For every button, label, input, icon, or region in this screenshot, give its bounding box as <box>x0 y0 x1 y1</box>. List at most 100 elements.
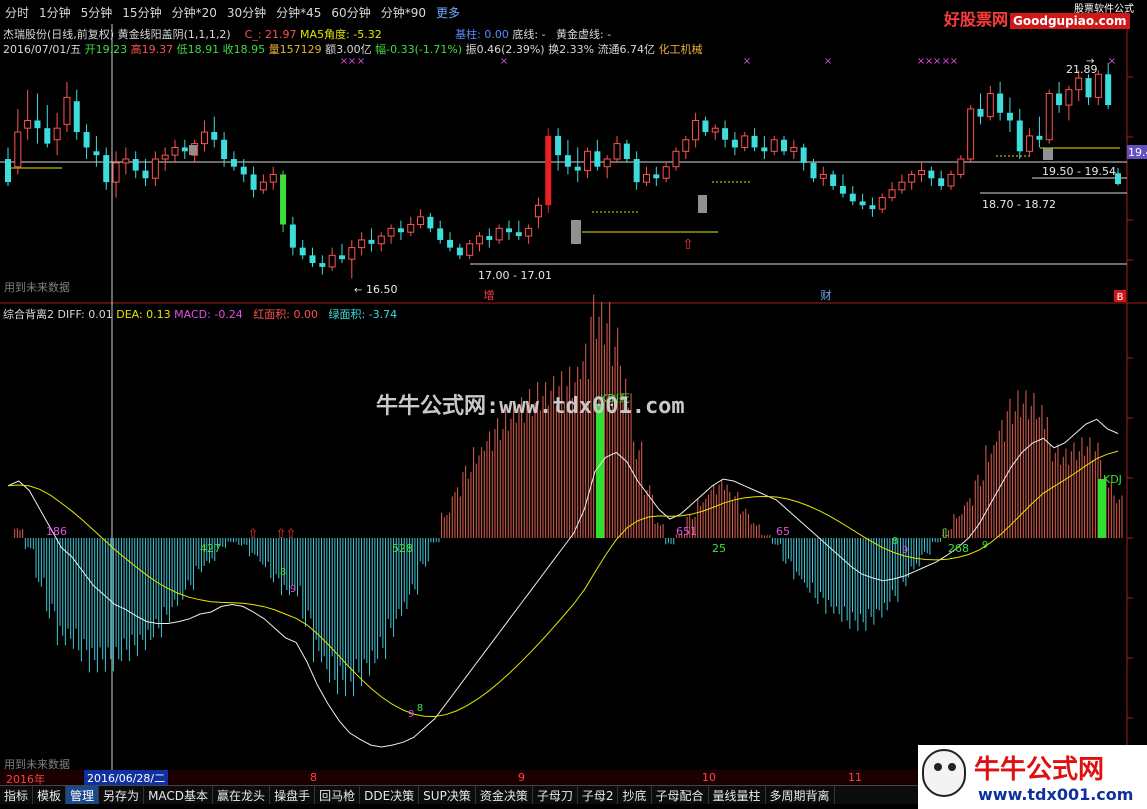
event-mark: 财 <box>821 288 832 302</box>
candle-body <box>623 143 630 160</box>
signal-marker: 8 <box>280 567 286 578</box>
candle-body <box>977 108 984 117</box>
up-arrow-icon: ⇧ <box>286 527 297 542</box>
change: 幅-0.33(-1.71%) <box>375 43 463 56</box>
x-marker: × <box>743 56 751 67</box>
candle-body <box>63 96 71 125</box>
sector: 化工机械 <box>658 43 703 56</box>
gray-candle <box>189 145 197 155</box>
candle-body <box>564 155 571 167</box>
tab-zimu2[interactable]: 子母2 <box>578 786 619 804</box>
candle-body <box>181 147 188 152</box>
candle-body <box>259 181 267 191</box>
signal-marker: 8 <box>892 536 898 547</box>
tab-dde[interactable]: DDE决策 <box>360 786 420 804</box>
kdj-bar <box>1098 479 1106 538</box>
signal-marker: 9 <box>290 584 296 595</box>
dea-value: DEA: 0.13 <box>116 308 171 321</box>
candle-body <box>142 170 149 179</box>
tab-trader[interactable]: 操盘手 <box>270 786 316 804</box>
candle-body <box>869 205 876 210</box>
c-value: C_: 21.97 <box>244 28 297 41</box>
indicator-value-label: 186 <box>46 525 67 538</box>
candle-body <box>555 135 562 156</box>
amplitude: 振0.46(2.39%) <box>465 43 545 56</box>
candle-body <box>731 139 738 148</box>
quote-date: 2016/07/01/五 <box>3 43 82 56</box>
candle-body <box>427 216 434 229</box>
tab-template[interactable]: 模板 <box>33 786 67 804</box>
candle-body <box>702 120 709 133</box>
candle-body <box>1105 74 1112 106</box>
signal-marker: 8 <box>417 703 423 714</box>
macd-value: MACD: -0.24 <box>174 308 243 321</box>
candle-body <box>368 239 375 244</box>
x-marker: × <box>500 56 508 67</box>
tab-zimu-match[interactable]: 子母配合 <box>652 786 709 804</box>
watermark-text: 牛牛公式网:www.tdx001.com <box>376 394 685 419</box>
close-price: 收18.95 <box>222 43 266 56</box>
candle-body <box>770 139 778 152</box>
tab-multi-divergence[interactable]: 多周期背离 <box>766 786 835 804</box>
candle-body <box>819 173 827 179</box>
indicator-value-label: 65 <box>776 525 790 538</box>
candle-body <box>112 162 120 183</box>
tab-save-as[interactable]: 另存为 <box>99 786 145 804</box>
candle-body <box>73 101 80 133</box>
candle-body <box>397 228 404 233</box>
candle-body <box>859 201 866 206</box>
candle-body <box>44 128 51 144</box>
base-column: 基柱: 0.00 <box>455 28 509 41</box>
candle-body <box>1026 135 1034 152</box>
candle-body <box>1056 93 1063 106</box>
signal-marker: 9 <box>982 540 988 551</box>
red-area-value: 红面积: 0.00 <box>253 308 319 321</box>
tab-sup[interactable]: SUP决策 <box>419 786 476 804</box>
candle-body <box>407 224 415 233</box>
tab-macd-basic[interactable]: MACD基本 <box>144 786 214 804</box>
candle-body <box>928 170 935 179</box>
candle-body <box>161 154 169 160</box>
tab-volume[interactable]: 量线量柱 <box>709 786 766 804</box>
bottom-line: 底线: - <box>512 28 546 41</box>
candle-body <box>456 247 463 256</box>
candle-body <box>240 166 247 175</box>
candle-body <box>447 239 454 248</box>
candle-body <box>515 232 522 237</box>
candle-body <box>574 166 581 171</box>
candle-body <box>24 119 32 129</box>
stock-title: 杰瑞股份(日线,前复权) <box>3 28 115 41</box>
indicator-value-label: 528 <box>392 542 413 555</box>
logo-url: www.tdx001.com <box>978 785 1134 804</box>
green-area-value: 绿面积: -3.74 <box>328 308 398 321</box>
candle-body <box>103 155 110 183</box>
tab-leader[interactable]: 赢在龙头 <box>213 786 271 804</box>
range-label: 18.70 - 18.72 <box>982 198 1056 211</box>
quote-info-line: 2016/07/01/五 开19.23 高19.37 低18.91 收18.95… <box>3 41 703 57</box>
ma5-angle: MA5角度: -5.32 <box>300 28 382 41</box>
tab-zimudao[interactable]: 子母刀 <box>533 786 578 804</box>
candle-body <box>878 197 886 210</box>
signal-marker: 9 <box>408 709 414 720</box>
candle-body <box>211 132 218 140</box>
candle-body <box>800 147 807 163</box>
range-label: 19.50 - 19.54 <box>1042 165 1116 178</box>
candle-body <box>633 159 640 183</box>
tab-fund[interactable]: 资金决策 <box>476 786 533 804</box>
date-tick: 10 <box>702 771 716 784</box>
arrow-icon: ← <box>354 285 362 296</box>
tab-manage[interactable]: 管理 <box>66 786 100 804</box>
candle-body <box>14 131 22 168</box>
candle-body <box>1006 112 1013 121</box>
candle-body <box>221 139 228 160</box>
x-marker: × <box>1108 56 1116 67</box>
candle-body <box>299 247 306 256</box>
candle-body <box>1016 120 1023 152</box>
candle-body <box>151 158 159 179</box>
candle-body <box>722 128 729 140</box>
tab-bottom[interactable]: 抄底 <box>618 786 652 804</box>
indicator-value-label: 25 <box>712 542 726 555</box>
tab-indicator[interactable]: 指标 <box>0 786 34 804</box>
candle-body <box>584 150 592 172</box>
tab-huimaqiang[interactable]: 回马枪 <box>315 786 361 804</box>
